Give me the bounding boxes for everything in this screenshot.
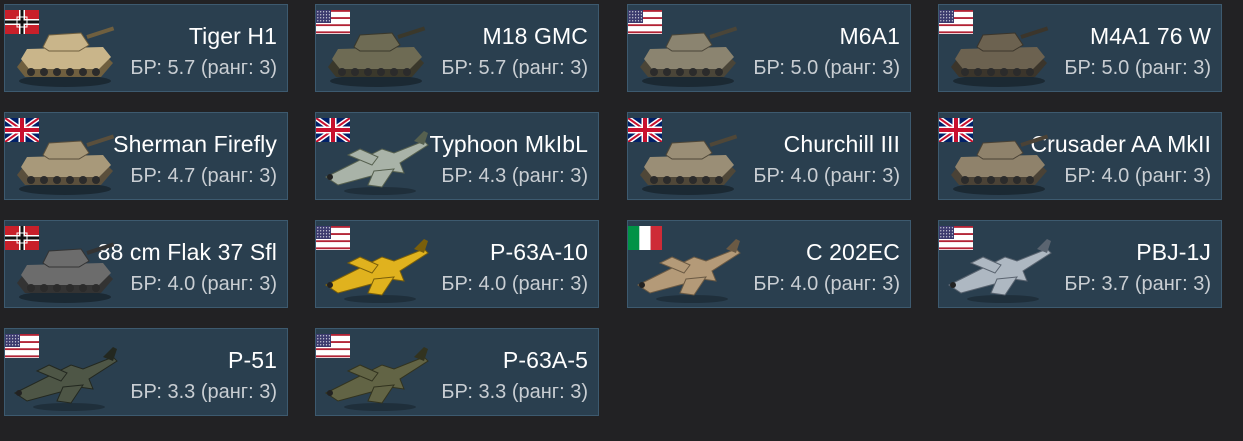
battle-rating: БР: 5.7 (ранг: 3) [130, 57, 277, 79]
vehicle-card[interactable]: M18 GMC БР: 5.7 (ранг: 3) [315, 4, 599, 92]
vehicle-name: P-63A-5 [502, 347, 588, 373]
vehicle-card[interactable]: Crusader AA MkII БР: 4.0 (ранг: 3) [938, 112, 1222, 200]
vehicle-card[interactable]: Tiger H1 БР: 5.7 (ранг: 3) [4, 4, 288, 92]
battle-rating: БР: 4.7 (ранг: 3) [130, 165, 277, 187]
vehicle-card[interactable]: C 202EC БР: 4.0 (ранг: 3) [627, 220, 911, 308]
usa-flag-icon [628, 10, 662, 34]
vehicle-name: P-63A-10 [490, 239, 588, 265]
vehicle-name: Crusader AA MkII [1030, 131, 1211, 157]
usa-flag-icon [316, 226, 350, 250]
uk-flag-icon [628, 118, 662, 142]
battle-rating: БР: 3.3 (ранг: 3) [441, 381, 588, 403]
vehicle-name: M6A1 [839, 23, 900, 49]
uk-flag-icon [316, 118, 350, 142]
battle-rating: БР: 4.0 (ранг: 3) [753, 273, 900, 295]
battle-rating: БР: 4.0 (ранг: 3) [1064, 165, 1211, 187]
vehicle-grid: Tiger H1 БР: 5.7 (ранг: 3) M18 GMC БР: 5.7 … [0, 0, 1243, 441]
vehicle-name: M4A1 76 W [1089, 23, 1211, 49]
battle-rating: БР: 5.0 (ранг: 3) [1064, 57, 1211, 79]
germany-flag-icon [5, 226, 39, 250]
battle-rating: БР: 3.7 (ранг: 3) [1064, 273, 1211, 295]
vehicle-card[interactable]: 88 cm Flak 37 Sfl БР: 4.0 (ранг: 3) [4, 220, 288, 308]
germany-flag-icon [5, 10, 39, 34]
vehicle-card[interactable]: PBJ-1J БР: 3.7 (ранг: 3) [938, 220, 1222, 308]
battle-rating: БР: 4.0 (ранг: 3) [441, 273, 588, 295]
usa-flag-icon [939, 10, 973, 34]
vehicle-name: M18 GMC [482, 23, 588, 49]
battle-rating: БР: 4.0 (ранг: 3) [753, 165, 900, 187]
battle-rating: БР: 5.0 (ранг: 3) [753, 57, 900, 79]
vehicle-name: Tiger H1 [188, 23, 277, 49]
vehicle-name: PBJ-1J [1136, 239, 1211, 265]
battle-rating: БР: 3.3 (ранг: 3) [130, 381, 277, 403]
vehicle-card[interactable]: P-63A-5 БР: 3.3 (ранг: 3) [315, 328, 599, 416]
battle-rating: БР: 4.0 (ранг: 3) [130, 273, 277, 295]
vehicle-name: C 202EC [805, 239, 900, 265]
vehicle-card[interactable]: P-63A-10 БР: 4.0 (ранг: 3) [315, 220, 599, 308]
vehicle-name: Sherman Firefly [113, 131, 277, 157]
usa-flag-icon [316, 334, 350, 358]
usa-flag-icon [316, 10, 350, 34]
usa-flag-icon [939, 226, 973, 250]
vehicle-card[interactable]: P-51 БР: 3.3 (ранг: 3) [4, 328, 288, 416]
uk-flag-icon [5, 118, 39, 142]
uk-flag-icon [939, 118, 973, 142]
vehicle-name: Churchill III [783, 131, 900, 157]
vehicle-card[interactable]: Sherman Firefly БР: 4.7 (ранг: 3) [4, 112, 288, 200]
battle-rating: БР: 4.3 (ранг: 3) [441, 165, 588, 187]
vehicle-name: 88 cm Flak 37 Sfl [97, 239, 277, 265]
vehicle-card[interactable]: Churchill III БР: 4.0 (ранг: 3) [627, 112, 911, 200]
usa-flag-icon [5, 334, 39, 358]
vehicle-name: Typhoon MkIbL [429, 131, 588, 157]
vehicle-card[interactable]: Typhoon MkIbL БР: 4.3 (ранг: 3) [315, 112, 599, 200]
vehicle-card[interactable]: M6A1 БР: 5.0 (ранг: 3) [627, 4, 911, 92]
vehicle-card[interactable]: M4A1 76 W БР: 5.0 (ранг: 3) [938, 4, 1222, 92]
battle-rating: БР: 5.7 (ранг: 3) [441, 57, 588, 79]
vehicle-name: P-51 [228, 347, 277, 373]
italy-flag-icon [628, 226, 662, 250]
